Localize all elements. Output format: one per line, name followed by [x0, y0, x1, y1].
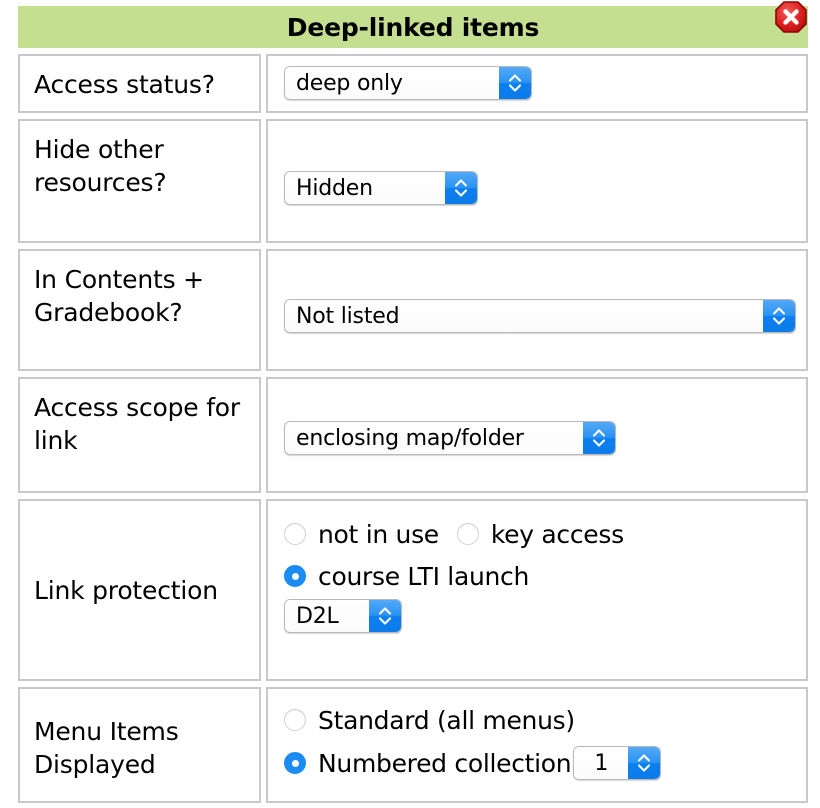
- access-scope-select-value: enclosing map/folder: [285, 422, 583, 454]
- row-label-cell: Hide other resources?: [18, 119, 261, 243]
- table-row: Access status? deep only: [18, 54, 808, 113]
- row-label: In Contents + Gradebook?: [34, 265, 204, 327]
- row-field-cell: Hidden: [266, 119, 808, 243]
- radio-option-numbered-collection[interactable]: Numbered collection: [284, 748, 572, 778]
- radio-option-label: course LTI launch: [318, 561, 530, 591]
- radio-option-label: Standard (all menus): [318, 705, 575, 735]
- radio-option-standard-all-menus[interactable]: Standard (all menus): [284, 706, 575, 735]
- radio-option-label: not in use: [318, 519, 439, 549]
- dialog-header: Deep-linked items: [18, 6, 808, 48]
- collection-number-select-value: 1: [574, 747, 629, 779]
- row-label: Access scope for link: [34, 393, 240, 455]
- hide-other-resources-select[interactable]: Hidden: [284, 171, 478, 205]
- chevron-updown-icon: [499, 67, 531, 99]
- radio-option-label: key access: [490, 519, 624, 549]
- link-protection-row-2: course LTI launch: [284, 555, 796, 597]
- radio-option-key-access[interactable]: key access: [456, 519, 624, 549]
- table-row: Link protection not in use key access co…: [18, 499, 808, 681]
- table-row: Access scope for link enclosing map/fold…: [18, 377, 808, 493]
- radio-icon[interactable]: [284, 523, 306, 545]
- radio-icon-selected[interactable]: [284, 752, 306, 774]
- link-protection-row-1: not in use key access: [284, 513, 796, 555]
- radio-icon[interactable]: [456, 523, 479, 545]
- chevron-updown-icon: [445, 172, 477, 204]
- link-protection-row-3: D2L: [284, 599, 796, 633]
- row-label: Access status?: [34, 70, 215, 99]
- link-protection-group: not in use key access course LTI launch: [284, 511, 796, 669]
- lti-platform-select[interactable]: D2L: [284, 599, 402, 633]
- radio-option-not-in-use[interactable]: not in use: [284, 520, 439, 549]
- access-scope-select[interactable]: enclosing map/folder: [284, 421, 616, 455]
- menu-items-row-2: Numbered collection 1: [284, 741, 796, 785]
- chevron-updown-icon: [583, 422, 615, 454]
- chevron-updown-icon: [628, 747, 661, 779]
- row-label-cell: Link protection: [18, 499, 261, 681]
- collection-number-select[interactable]: 1: [573, 746, 662, 780]
- radio-option-course-lti-launch[interactable]: course LTI launch: [284, 562, 529, 591]
- row-label: Link protection: [34, 575, 218, 605]
- row-field-cell: enclosing map/folder: [266, 377, 808, 493]
- settings-table: Access status? deep only Hide other reso…: [18, 54, 808, 803]
- row-field-cell: Standard (all menus) Numbered collection…: [266, 687, 808, 803]
- row-label-cell: Access scope for link: [18, 377, 261, 493]
- menu-items-group: Standard (all menus) Numbered collection…: [284, 699, 796, 791]
- lti-platform-select-value: D2L: [285, 600, 369, 632]
- row-field-cell: deep only: [266, 54, 808, 113]
- close-icon[interactable]: [772, 0, 810, 36]
- row-label-cell: Access status?: [18, 54, 261, 113]
- radio-icon-selected[interactable]: [284, 565, 306, 587]
- row-label-cell: Menu Items Displayed: [18, 687, 261, 803]
- menu-items-row-1: Standard (all menus): [284, 699, 796, 741]
- table-row: In Contents + Gradebook? Not listed: [18, 249, 808, 371]
- hide-other-resources-select-value: Hidden: [285, 172, 445, 204]
- row-label: Hide other resources?: [34, 135, 167, 197]
- chevron-updown-icon: [763, 300, 795, 332]
- radio-icon[interactable]: [284, 709, 306, 731]
- row-field-cell: not in use key access course LTI launch: [266, 499, 808, 681]
- access-status-select[interactable]: deep only: [284, 66, 532, 100]
- radio-option-label: Numbered collection: [318, 748, 572, 778]
- chevron-updown-icon: [369, 600, 401, 632]
- access-status-select-value: deep only: [285, 67, 499, 99]
- row-field-cell: Not listed: [266, 249, 808, 371]
- row-label: Menu Items Displayed: [34, 717, 179, 779]
- table-row: Menu Items Displayed Standard (all menus…: [18, 687, 808, 803]
- contents-gradebook-select-value: Not listed: [285, 300, 763, 332]
- table-row: Hide other resources? Hidden: [18, 119, 808, 243]
- row-label-cell: In Contents + Gradebook?: [18, 249, 261, 371]
- contents-gradebook-select[interactable]: Not listed: [284, 299, 796, 333]
- deep-linked-items-dialog: Deep-linked items Access status? deep on…: [0, 0, 820, 808]
- page-title: Deep-linked items: [286, 12, 540, 42]
